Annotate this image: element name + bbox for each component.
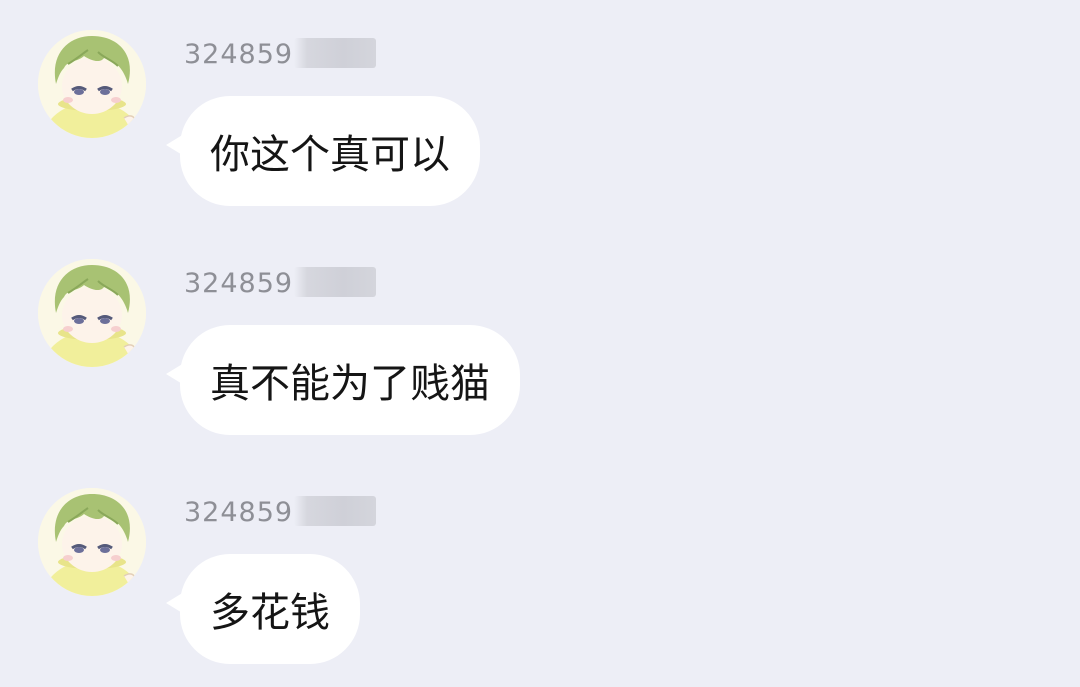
avatar-icon[interactable] [38,30,146,138]
sender-id: 324859 [184,496,294,528]
sender-id: 324859 [184,38,294,70]
sender-id-blur [294,496,376,526]
chat-message: 324859 你这个真可以 [0,0,1080,210]
sender-id-blur [294,38,376,68]
avatar-icon[interactable] [38,259,146,367]
message-bubble[interactable]: 你这个真可以 [166,96,480,206]
message-text: 你这个真可以 [210,132,450,178]
sender-id: 324859 [184,267,294,299]
sender-id-blur [294,267,376,297]
sender-name: 324859 [184,494,376,530]
chat-message: 324859 真不能为了贱猫 [0,229,1080,439]
message-bubble[interactable]: 多花钱 [166,554,360,664]
sender-name: 324859 [184,36,376,72]
sender-name: 324859 [184,265,376,301]
message-text: 多花钱 [210,590,330,636]
message-text: 真不能为了贱猫 [210,361,490,407]
avatar-icon[interactable] [38,488,146,596]
message-bubble[interactable]: 真不能为了贱猫 [166,325,520,435]
chat-message: 324859 多花钱 [0,458,1080,668]
chat-message-list: 324859 你这个真可以 324859 真不能为了贱猫 324859 多花钱 [0,0,1080,687]
